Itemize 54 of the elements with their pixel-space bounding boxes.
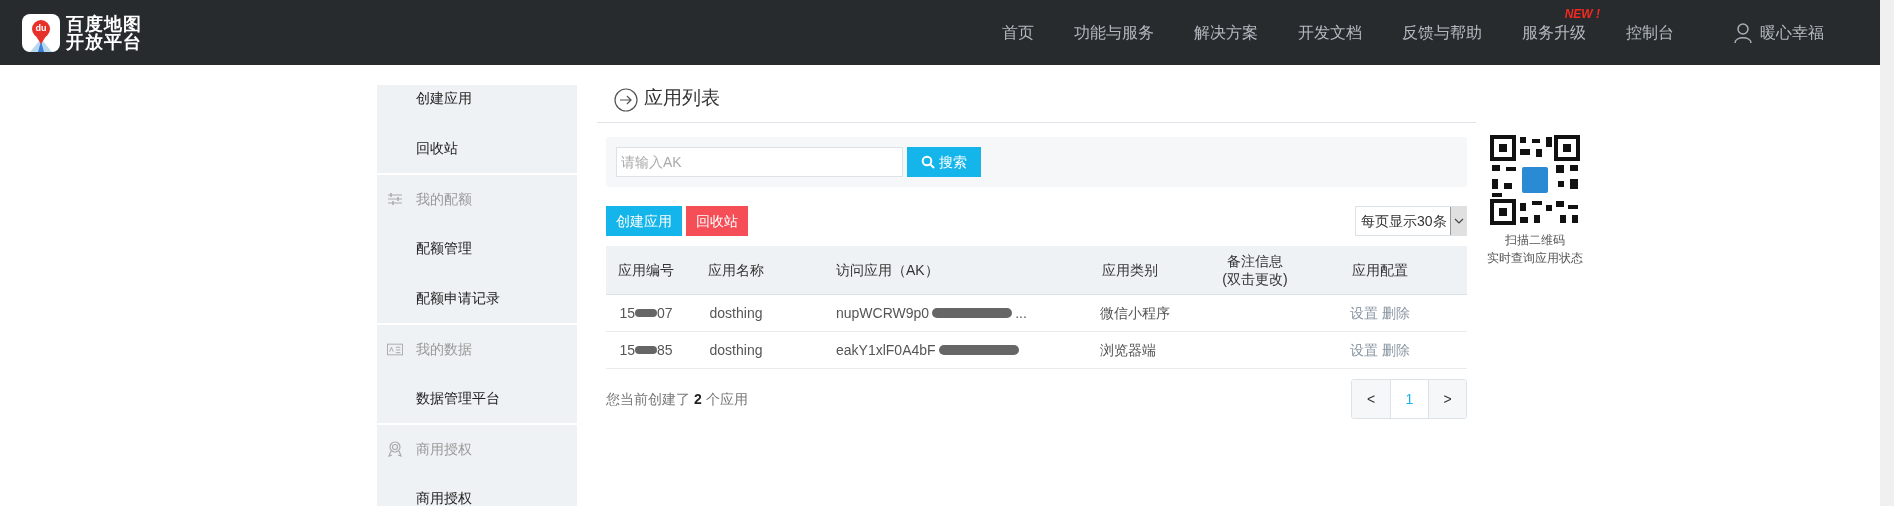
scrollbar[interactable] [1880,0,1894,506]
column-header: 备注信息 (双击更改) [1221,252,1289,288]
table-cell-text: 微信小程序 [1099,303,1171,323]
page-size-select[interactable]: 每页显示30条 [1355,206,1467,236]
column-header: 应用配置 [1351,261,1409,279]
table-cell: eakY1xlF0A4bF [786,339,1090,361]
dropdown-icon [1450,207,1466,235]
sliders-icon [387,193,403,205]
table-cell-text: 15 85 [618,340,674,360]
previous-page-button[interactable]: < [1352,380,1390,418]
sidebar-item[interactable]: 数据管理平台 [416,387,500,409]
column-header: 访问应用（AK） [835,261,940,279]
id-card-icon [387,342,403,356]
sidebar-item[interactable]: 回收站 [416,137,458,159]
nav-link[interactable]: 开发文档 [1298,23,1362,41]
map-pin-icon [22,13,60,52]
table-cell-text: nupWCRW9p0 ... [835,303,1028,323]
table-cell-text: 15 07 [618,303,674,323]
column-header: 应用编号 [617,261,675,279]
table-cell-text: 浏览器端 [1099,340,1157,360]
logo-text: du [34,21,48,35]
next-page-button[interactable]: > [1428,380,1466,418]
redaction-scribble [635,309,657,317]
nav-link[interactable]: 解决方案 [1194,23,1258,41]
sidebar-item[interactable]: 配额管理 [416,237,472,259]
table-cell-text: dosthing [708,340,764,360]
ak-input-field[interactable]: 请输入AK [616,147,903,177]
award-icon [387,441,403,457]
search-icon [921,155,935,169]
column-header: 应用类别 [1101,261,1159,279]
user-icon[interactable] [1734,22,1752,43]
page-title: 应用列表 [644,85,720,110]
sidebar-group-label: 我的数据 [416,339,472,359]
column-header: 应用名称 [707,261,765,279]
qr-caption: 实时查询应用状态 [1487,250,1583,267]
logo-subtitle: 开放平台 [66,32,142,51]
nav-link[interactable]: 首页 [1002,23,1034,41]
app-count-text: 您当前创建了 2 个应用 [606,389,748,409]
nav-link[interactable]: 功能与服务 [1074,23,1154,41]
sidebar-item[interactable]: 配额申请记录 [416,287,500,309]
table-cell-text: dosthing [708,303,764,323]
sidebar-item[interactable]: 创建应用 [416,87,472,109]
nav-link[interactable]: 服务升级 [1522,23,1586,41]
sidebar-group-label: 我的配额 [416,189,472,209]
nav-link[interactable]: 控制台 [1626,23,1674,41]
new-label: NEW ! [1564,5,1600,23]
qr-caption: 扫描二维码 [1505,232,1565,249]
nav-link[interactable]: 反馈与帮助 [1402,23,1482,41]
sidebar-item[interactable]: 商用授权 [416,487,472,506]
sidebar-group-label: 商用授权 [416,439,472,459]
redaction-scribble [635,346,657,354]
arrow-circle-icon [614,88,638,112]
logo-title: 百度地图 [66,14,142,33]
user-name[interactable]: 暖心幸福 [1760,20,1824,45]
